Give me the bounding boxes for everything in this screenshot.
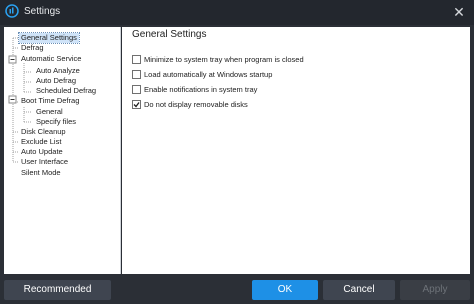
tree-item-general-settings[interactable]: General Settings <box>18 32 80 44</box>
checkbox-hide-removable-disks[interactable] <box>132 99 141 109</box>
option-minimize-to-tray[interactable]: Minimize to system tray when program is … <box>132 54 304 65</box>
tree-item-auto-update[interactable]: Auto Update <box>21 147 63 157</box>
tree-item-specify-files[interactable]: Specify files <box>36 117 76 127</box>
settings-content: General Settings Minimize to system tray… <box>122 27 470 274</box>
window-title: Settings <box>24 6 61 17</box>
tree-item-general[interactable]: General <box>36 107 63 117</box>
checkmark-icon <box>133 101 140 108</box>
tree-item-auto-defrag[interactable]: Auto Defrag <box>36 76 76 86</box>
apply-button[interactable]: Apply <box>400 280 470 300</box>
footer-bar: Recommended OK Cancel Apply <box>0 276 474 304</box>
cancel-button[interactable]: Cancel <box>323 280 395 300</box>
option-label: Load automatically at Windows startup <box>144 70 273 79</box>
tree-item-boot-time-defrag[interactable]: Boot Time Defrag <box>21 96 79 106</box>
checkbox-load-at-startup[interactable] <box>132 69 141 79</box>
collapse-toggle-icon <box>8 55 17 104</box>
option-enable-notifications[interactable]: Enable notifications in system tray <box>132 84 258 95</box>
ok-button[interactable]: OK <box>252 280 318 300</box>
tree-item-automatic-service[interactable]: Automatic Service <box>21 54 81 64</box>
option-load-at-startup[interactable]: Load automatically at Windows startup <box>132 69 273 80</box>
close-icon[interactable]: ✕ <box>450 3 468 21</box>
tree-item-exclude-list[interactable]: Exclude List <box>21 137 61 147</box>
option-label: Enable notifications in system tray <box>144 85 258 94</box>
tree-item-defrag[interactable]: Defrag <box>21 43 44 53</box>
tree-item-disk-cleanup[interactable]: Disk Cleanup <box>21 127 66 137</box>
option-label: Minimize to system tray when program is … <box>144 55 304 64</box>
recommended-button[interactable]: Recommended <box>4 280 111 300</box>
option-label: Do not display removable disks <box>144 100 248 109</box>
tree-item-silent-mode[interactable]: Silent Mode <box>21 168 61 178</box>
tree-item-auto-analyze[interactable]: Auto Analyze <box>36 66 80 76</box>
page-title: General Settings <box>132 29 207 40</box>
tree-item-user-interface[interactable]: User Interface <box>21 157 68 167</box>
tree-item-scheduled-defrag[interactable]: Scheduled Defrag <box>36 86 96 96</box>
checkbox-enable-notifications[interactable] <box>132 84 141 94</box>
settings-tree: General Settings Defrag Automatic Servic… <box>4 27 121 274</box>
option-hide-removable-disks[interactable]: Do not display removable disks <box>132 99 248 110</box>
checkbox-minimize-to-tray[interactable] <box>132 54 141 64</box>
app-logo-icon <box>5 4 19 18</box>
title-bar: Settings ✕ <box>0 0 474 25</box>
